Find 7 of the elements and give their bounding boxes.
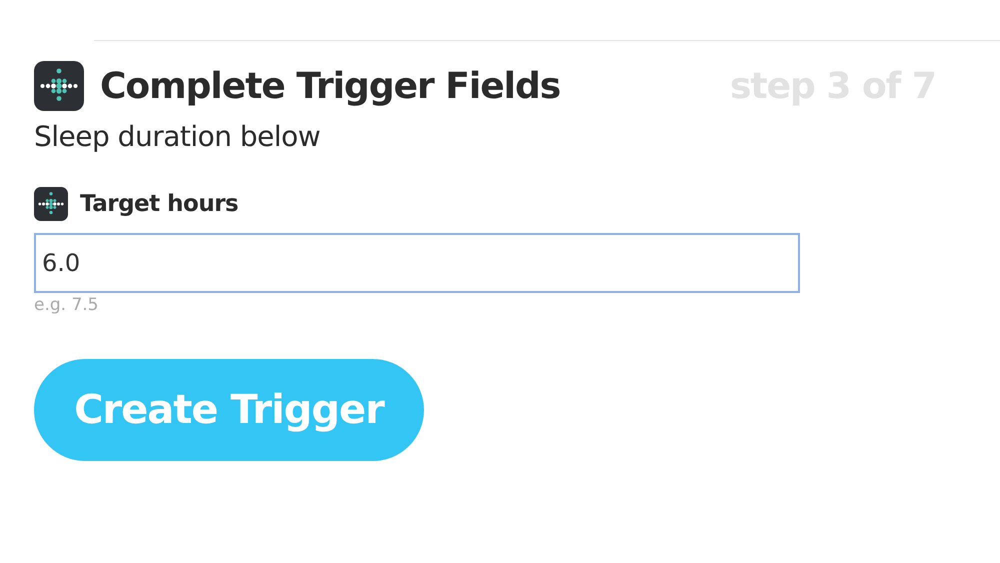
input-field[interactable]: 6.0 [34,233,800,293]
subtitle: Sleep duration below [34,120,322,153]
field-hint: e.g. 7.5 [34,295,100,315]
app-icon [34,61,84,111]
app-icon [34,187,68,221]
field-label: Target hours [80,191,238,217]
page-title: Complete Trigger Fields [100,66,562,106]
